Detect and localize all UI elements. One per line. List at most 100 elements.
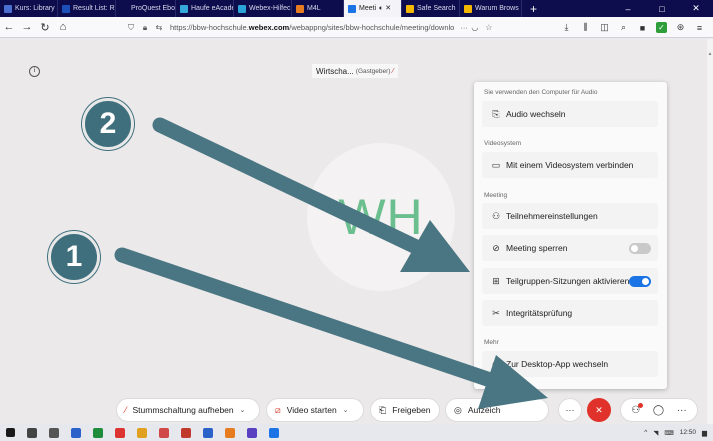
video-system-icon: ▭ bbox=[491, 159, 501, 170]
url-text[interactable]: https://bbw-hochschule.webex.com/webappn… bbox=[170, 23, 454, 32]
menu-item-switch-audio[interactable]: ⎘ Audio wechseln bbox=[482, 101, 658, 127]
permissions-icon[interactable]: ⇆ bbox=[152, 23, 166, 32]
home-icon[interactable]: ⌂ bbox=[54, 21, 72, 33]
checkmark-extension-icon[interactable]: ✓ bbox=[656, 22, 667, 33]
right-controls: ⚇ ◯ ··· bbox=[620, 398, 698, 422]
browser-nav-bar: ← → ↻ ⌂ ⛉ 🔒︎ ⇆ https://bbw-hochschule.we… bbox=[0, 17, 713, 38]
network-icon[interactable]: ◥ bbox=[653, 429, 658, 437]
browser-tab[interactable]: Safe Search bbox=[402, 0, 460, 17]
taskbar-app-icon[interactable] bbox=[93, 427, 103, 438]
taskbar-app-icon[interactable] bbox=[247, 427, 257, 438]
tab-label: Warum Brows bbox=[475, 5, 519, 12]
more-panels-icon[interactable]: ··· bbox=[677, 405, 687, 416]
section-video-system: Videosystem bbox=[484, 140, 522, 147]
download-icon[interactable]: ⤓ bbox=[557, 22, 576, 33]
tab-label: ProQuest Ebook C bbox=[131, 5, 175, 12]
pocket-icon[interactable]: ◡ bbox=[468, 23, 482, 32]
close-window-button[interactable]: ✕ bbox=[679, 3, 713, 14]
taskbar-app-icon[interactable] bbox=[203, 427, 213, 438]
share-button[interactable]: ⎗ Freigeben bbox=[370, 398, 440, 422]
section-meeting: Meeting bbox=[484, 192, 508, 199]
browser-tab[interactable]: ProQuest Ebook C bbox=[116, 0, 176, 17]
tab-favicon-icon bbox=[406, 4, 414, 13]
participants-icon[interactable]: ⚇ bbox=[631, 402, 644, 416]
integrity-check-icon: ✂ bbox=[492, 307, 500, 318]
browser-tab[interactable]: M4L bbox=[292, 0, 344, 17]
taskbar-app-icon[interactable] bbox=[137, 427, 147, 438]
back-icon[interactable]: ← bbox=[0, 21, 18, 33]
taskbar-app-icon[interactable] bbox=[225, 427, 235, 438]
library-icon[interactable]: ⫼ bbox=[576, 22, 595, 33]
record-button[interactable]: ◎ Aufzeich bbox=[445, 398, 549, 422]
breakout-sessions-icon: ⊞ bbox=[492, 275, 500, 286]
lock-meeting-toggle[interactable] bbox=[629, 243, 651, 254]
microphone-muted-icon: ⁄ bbox=[392, 67, 394, 75]
start-video-button[interactable]: ⧄ Video starten ⌄ bbox=[266, 398, 364, 422]
keyboard-layout-icon[interactable]: ⌨ bbox=[664, 429, 673, 437]
taskbar-app-icon[interactable] bbox=[71, 427, 81, 438]
menu-item-lock-meeting[interactable]: ⊘ Meeting sperren bbox=[482, 235, 658, 261]
browser-tab[interactable]: Warum Brows bbox=[460, 0, 522, 17]
browser-tab[interactable]: Meeti 🔈︎ ✕ bbox=[344, 0, 402, 17]
taskbar-app-icon[interactable] bbox=[49, 427, 59, 438]
end-meeting-button[interactable]: ✕ bbox=[587, 398, 611, 422]
host-label: (Gastgeber) bbox=[355, 67, 391, 75]
browser-tab[interactable]: Kurs: Library a bbox=[0, 0, 58, 17]
chevron-down-icon[interactable]: ⌄ bbox=[343, 406, 349, 414]
chevron-down-icon[interactable]: ⌄ bbox=[240, 406, 246, 414]
scrollbar[interactable]: ▲ bbox=[707, 39, 713, 424]
taskbar-apps bbox=[6, 427, 291, 438]
menu-item-breakout-sessions[interactable]: ⊞ Teilgruppen-Sitzungen aktivieren bbox=[482, 268, 658, 294]
windows-taskbar: ^ ◥ ⌨ 12:50 ▆ bbox=[0, 424, 713, 441]
forward-icon[interactable]: → bbox=[18, 21, 36, 33]
more-options-menu: Sie verwenden den Computer für Audio ⎘ A… bbox=[474, 82, 667, 389]
taskbar-app-icon[interactable] bbox=[159, 427, 169, 438]
menu-item-switch-desktop-app[interactable]: ◎ Zur Desktop-App wechseln bbox=[482, 351, 658, 377]
minimize-window-button[interactable]: – bbox=[611, 4, 645, 14]
menu-item-integrity-check[interactable]: ✂ Integritätsprüfung bbox=[482, 300, 658, 326]
tray-chevron-icon[interactable]: ^ bbox=[644, 429, 647, 436]
maximize-window-button[interactable]: □ bbox=[645, 4, 679, 14]
browser-tab[interactable]: Webex-Hilfec bbox=[234, 0, 292, 17]
clock[interactable]: 12:50 bbox=[680, 429, 696, 436]
account-icon[interactable]: ⊛ bbox=[671, 22, 690, 33]
tab-label: M4L bbox=[307, 5, 321, 12]
tab-label: Meeti bbox=[359, 5, 377, 12]
zoom-icon[interactable]: ⌕ bbox=[614, 22, 633, 33]
reload-icon[interactable]: ↻ bbox=[36, 21, 54, 34]
taskbar-app-icon[interactable] bbox=[27, 427, 37, 438]
menu-item-connect-video-system[interactable]: ▭ Mit einem Videosystem verbinden bbox=[482, 152, 658, 178]
bookmark-star-icon[interactable]: ☆ bbox=[482, 23, 496, 32]
annotation-badge-1: 1 bbox=[48, 231, 100, 283]
taskbar-app-icon[interactable] bbox=[181, 427, 191, 438]
page-actions-icon[interactable]: ··· bbox=[460, 23, 468, 32]
lock-icon: 🔒︎ bbox=[142, 22, 148, 32]
browser-tab-bar: Kurs: Library a Result List: R ProQuest Eb… bbox=[0, 0, 713, 17]
info-icon[interactable]: i bbox=[29, 66, 40, 77]
menu-icon[interactable]: ≡ bbox=[690, 23, 709, 33]
more-options-button[interactable]: ··· bbox=[558, 398, 582, 422]
menu-item-participant-settings[interactable]: ⚇ Teilnehmereinstellungen bbox=[482, 203, 658, 229]
extension-icon[interactable]: ■ bbox=[633, 23, 652, 33]
sidebar-icon[interactable]: ◫ bbox=[595, 22, 614, 33]
unmute-button[interactable]: ⁄ Stummschaltung aufheben ⌄ bbox=[116, 398, 260, 422]
new-tab-button[interactable]: + bbox=[522, 2, 545, 16]
avatar: WH bbox=[307, 143, 455, 291]
section-more: Mehr bbox=[484, 339, 499, 346]
taskbar-app-icon[interactable] bbox=[115, 427, 125, 438]
taskbar-app-icon[interactable] bbox=[6, 428, 15, 437]
chat-icon[interactable]: ◯ bbox=[653, 405, 664, 416]
tab-favicon-icon bbox=[296, 4, 304, 13]
browser-tab[interactable]: Result List: R bbox=[58, 0, 116, 17]
browser-tab[interactable]: Haufe eAcade bbox=[176, 0, 234, 17]
meeting-title[interactable]: Wirtscha... (Gastgeber) ⁄ bbox=[312, 64, 398, 78]
taskbar-app-icon[interactable] bbox=[269, 427, 279, 438]
video-off-icon: ⧄ bbox=[275, 404, 281, 415]
breakout-sessions-toggle[interactable] bbox=[629, 276, 651, 287]
tab-favicon-icon bbox=[120, 4, 128, 13]
participant-settings-icon: ⚇ bbox=[491, 210, 501, 221]
tab-label: Kurs: Library a bbox=[15, 5, 58, 12]
tab-close-icon[interactable]: 🔈︎ ✕ bbox=[379, 4, 391, 13]
notifications-icon[interactable]: ▆ bbox=[702, 429, 707, 437]
address-bar[interactable]: ⛉ 🔒︎ ⇆ https://bbw-hochschule.webex.com/… bbox=[124, 19, 549, 36]
